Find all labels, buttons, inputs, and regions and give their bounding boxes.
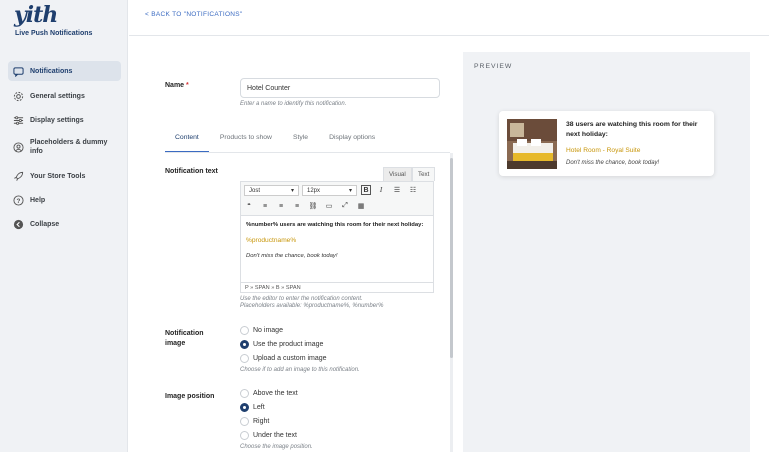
radio-no-image[interactable]: No image xyxy=(240,326,283,335)
rocket-icon xyxy=(13,171,24,182)
radio-under-text[interactable]: Under the text xyxy=(240,431,297,440)
name-hint: Enter a name to identify this notificati… xyxy=(240,101,347,107)
tab-display-options[interactable]: Display options xyxy=(319,131,385,153)
svg-text:?: ? xyxy=(17,197,21,204)
editor-tab-text[interactable]: Text xyxy=(412,167,436,181)
italic-button[interactable]: I xyxy=(376,185,386,195)
notification-image-label: Notification image xyxy=(165,330,204,347)
more-tag-button[interactable]: ▭ xyxy=(324,201,334,211)
blockquote-button[interactable]: “ xyxy=(244,201,254,211)
scrollbar-thumb[interactable] xyxy=(450,158,453,358)
tab-divider xyxy=(165,152,450,153)
toolbar-toggle-button[interactable]: ▦ xyxy=(356,201,366,211)
chevron-down-icon: ▾ xyxy=(348,188,352,194)
sidebar-item-label: Collapse xyxy=(30,220,60,228)
font-size-select[interactable]: 12px ▾ xyxy=(302,185,357,196)
editor-hint: Use the editor to enter the notification… xyxy=(240,296,363,302)
placeholders-hint: Placeholders available: %productname%, %… xyxy=(240,303,384,309)
sidebar-item-label: General settings xyxy=(30,92,85,100)
align-center-button[interactable]: ≡ xyxy=(276,201,286,211)
sidebar-item-label: Display settings xyxy=(30,116,84,124)
align-right-button[interactable]: ≡ xyxy=(292,201,302,211)
back-to-notifications-link[interactable]: < BACK TO "NOTIFICATIONS" xyxy=(145,11,243,18)
radio-label: Use the product image xyxy=(253,341,324,348)
yith-logo: yith xyxy=(14,2,58,28)
radio-label: Under the text xyxy=(253,432,297,439)
image-position-label: Image position xyxy=(165,393,215,400)
sidebar-collapse-button[interactable]: Collapse xyxy=(8,215,121,233)
sidebar-item-display-settings[interactable]: Display settings xyxy=(8,111,121,129)
radio-label: Upload a custom image xyxy=(253,355,327,362)
radio-dot xyxy=(240,403,249,412)
content-tabs: Content Products to show Style Display o… xyxy=(165,131,386,153)
chevron-down-icon: ▾ xyxy=(290,188,294,194)
bullet-list-button[interactable]: ☰ xyxy=(392,185,402,195)
sidebar-item-placeholders[interactable]: Placeholders & dummy info xyxy=(8,136,121,158)
editor-line-1: %number% users are watching this room fo… xyxy=(246,222,424,228)
radio-custom-image[interactable]: Upload a custom image xyxy=(240,354,327,363)
fullscreen-icon[interactable]: ⤢ xyxy=(340,201,350,211)
radio-label: Right xyxy=(253,418,270,425)
sliders-icon xyxy=(13,115,24,126)
radio-label: Left xyxy=(253,404,265,411)
sidebar-item-store-tools[interactable]: Your Store Tools xyxy=(8,167,121,185)
tab-style[interactable]: Style xyxy=(283,131,318,153)
preview-product-link[interactable]: Hotel Room - Royal Suite xyxy=(566,147,640,154)
radio-product-image[interactable]: Use the product image xyxy=(240,340,323,349)
radio-dot xyxy=(240,354,249,363)
gear-icon xyxy=(13,91,24,102)
user-icon xyxy=(13,141,24,153)
sidebar-item-label: Help xyxy=(30,196,46,204)
link-icon[interactable]: ⛓ xyxy=(308,201,318,211)
radio-label: No image xyxy=(253,327,283,334)
radio-left[interactable]: Left xyxy=(240,403,265,412)
collapse-icon xyxy=(13,219,24,230)
preview-panel: PREVIEW 38 users are watching this room … xyxy=(463,52,750,452)
image-hint: Choose if to add an image to this notifi… xyxy=(240,367,360,373)
notification-text-label: Notification text xyxy=(165,168,218,175)
preview-title: PREVIEW xyxy=(474,63,513,70)
sidebar: yith Live Push Notifications Notificatio… xyxy=(0,0,128,452)
radio-label: Above the text xyxy=(253,390,298,397)
font-family-select[interactable]: Jost ▾ xyxy=(244,185,299,196)
sidebar-item-notifications[interactable]: Notifications xyxy=(8,61,121,81)
sidebar-item-general-settings[interactable]: General settings xyxy=(8,87,121,105)
radio-dot xyxy=(240,326,249,335)
radio-dot xyxy=(240,417,249,426)
editor-content[interactable]: %number% users are watching this room fo… xyxy=(246,222,430,259)
product-image xyxy=(507,119,557,169)
sidebar-item-label: Notifications xyxy=(30,67,73,75)
sidebar-item-label: Placeholders & dummy info xyxy=(30,139,108,155)
top-bar: < BACK TO "NOTIFICATIONS" xyxy=(129,0,769,36)
chat-icon xyxy=(13,66,24,77)
editor-tab-visual[interactable]: Visual xyxy=(383,167,412,181)
name-label: Name * xyxy=(165,82,189,89)
radio-dot xyxy=(240,431,249,440)
preview-notification-card: 38 users are watching this room for thei… xyxy=(499,111,714,176)
radio-above-text[interactable]: Above the text xyxy=(240,389,298,398)
plugin-name: Live Push Notifications xyxy=(15,30,93,37)
sidebar-item-label: Your Store Tools xyxy=(30,172,86,180)
position-hint: Choose the image position. xyxy=(240,444,313,450)
name-input[interactable]: Hotel Counter xyxy=(240,78,440,98)
editor-toolbar: Jost ▾ 12px ▾ B I ☰ ☷ “ ≡ ≡ ≡ ⛓ ▭ ⤢ ▦ xyxy=(241,182,433,216)
tab-products-to-show[interactable]: Products to show xyxy=(210,131,282,153)
notification-text-editor[interactable]: Jost ▾ 12px ▾ B I ☰ ☷ “ ≡ ≡ ≡ ⛓ ▭ ⤢ ▦ %num… xyxy=(240,181,434,293)
editor-line-3: Don't miss the chance, book today! xyxy=(246,253,338,259)
align-left-button[interactable]: ≡ xyxy=(260,201,270,211)
radio-dot xyxy=(240,389,249,398)
preview-text: 38 users are watching this room for thei… xyxy=(566,121,698,138)
question-icon: ? xyxy=(13,194,24,206)
numbered-list-button[interactable]: ☷ xyxy=(408,185,418,195)
bold-button[interactable]: B xyxy=(361,185,371,195)
radio-right[interactable]: Right xyxy=(240,417,269,426)
tab-content[interactable]: Content xyxy=(165,131,209,153)
preview-cta: Don't miss the chance, book today! xyxy=(566,160,660,166)
editor-path: P » SPAN » B » SPAN xyxy=(241,282,433,292)
editor-line-2: %productname% xyxy=(246,237,297,244)
sidebar-item-help[interactable]: ? Help xyxy=(8,191,121,209)
radio-dot xyxy=(240,340,249,349)
